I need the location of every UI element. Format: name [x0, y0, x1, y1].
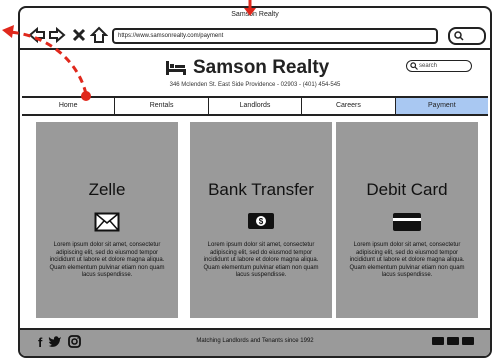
card-title: Zelle [88, 180, 126, 199]
tab-home[interactable]: Home [22, 98, 116, 114]
svg-text:$: $ [259, 217, 264, 226]
payment-card-zelle[interactable]: Zelle Lorem ipsum dolor sit amet, consec… [36, 122, 178, 318]
tab-rentals[interactable]: Rentals [115, 98, 209, 114]
site-name: Samson Realty [193, 57, 330, 78]
envelope-icon [94, 212, 120, 232]
site-search-input[interactable]: search [406, 60, 472, 72]
site-address: 346 Mclenden St. East Side Providence - … [169, 82, 341, 88]
payment-card-bank-transfer[interactable]: Bank Transfer $ Lorem ipsum dolor sit am… [190, 122, 332, 318]
tab-careers[interactable]: Careers [302, 98, 396, 114]
card-description: Lorem ipsum dolor sit amet, consectetur … [349, 242, 465, 278]
browser-toolbar: https://www.samsonrealty.com/payment [20, 22, 490, 50]
window-title: Samson Realty [231, 11, 279, 18]
search-icon [454, 31, 464, 41]
banknote-icon: $ [248, 213, 274, 229]
url-bar[interactable]: https://www.samsonrealty.com/payment [112, 28, 438, 44]
bed-icon [166, 61, 186, 75]
site-logo[interactable]: Samson Realty [165, 57, 330, 78]
payment-card-debit-card[interactable]: Debit Card Lorem ipsum dolor sit amet, c… [336, 122, 478, 318]
card-title: Bank Transfer [208, 180, 314, 199]
site-search-placeholder: search [419, 63, 438, 69]
back-arrow-icon[interactable] [28, 26, 46, 44]
card-icon [447, 337, 459, 345]
card-description: Lorem ipsum dolor sit amet, consectetur … [49, 242, 165, 278]
browser-search-box[interactable] [448, 27, 486, 45]
payment-method-icons [432, 337, 474, 345]
card-description: Lorem ipsum dolor sit amet, consectetur … [203, 242, 319, 278]
card-icon [432, 337, 444, 345]
close-icon[interactable] [70, 26, 88, 44]
site-footer: f Matching Landlords and Tenants since 1… [20, 328, 490, 356]
site-nav: Home Rentals Landlords Careers Payment [22, 96, 489, 116]
tab-payment[interactable]: Payment [395, 98, 489, 114]
card-title: Debit Card [366, 180, 448, 199]
card-icon [462, 337, 474, 345]
payment-options: Zelle Lorem ipsum dolor sit amet, consec… [20, 114, 490, 328]
tab-landlords[interactable]: Landlords [209, 98, 303, 114]
browser-window: Samson Realty https://www.samsonrealty.c… [18, 6, 492, 358]
home-icon[interactable] [90, 26, 108, 44]
search-icon [410, 62, 418, 70]
forward-arrow-icon[interactable] [48, 26, 66, 44]
site-header: Samson Realty 346 Mclenden St. East Side… [20, 50, 490, 94]
credit-card-icon [393, 213, 421, 231]
footer-tagline: Matching Landlords and Tenants since 199… [196, 338, 314, 344]
